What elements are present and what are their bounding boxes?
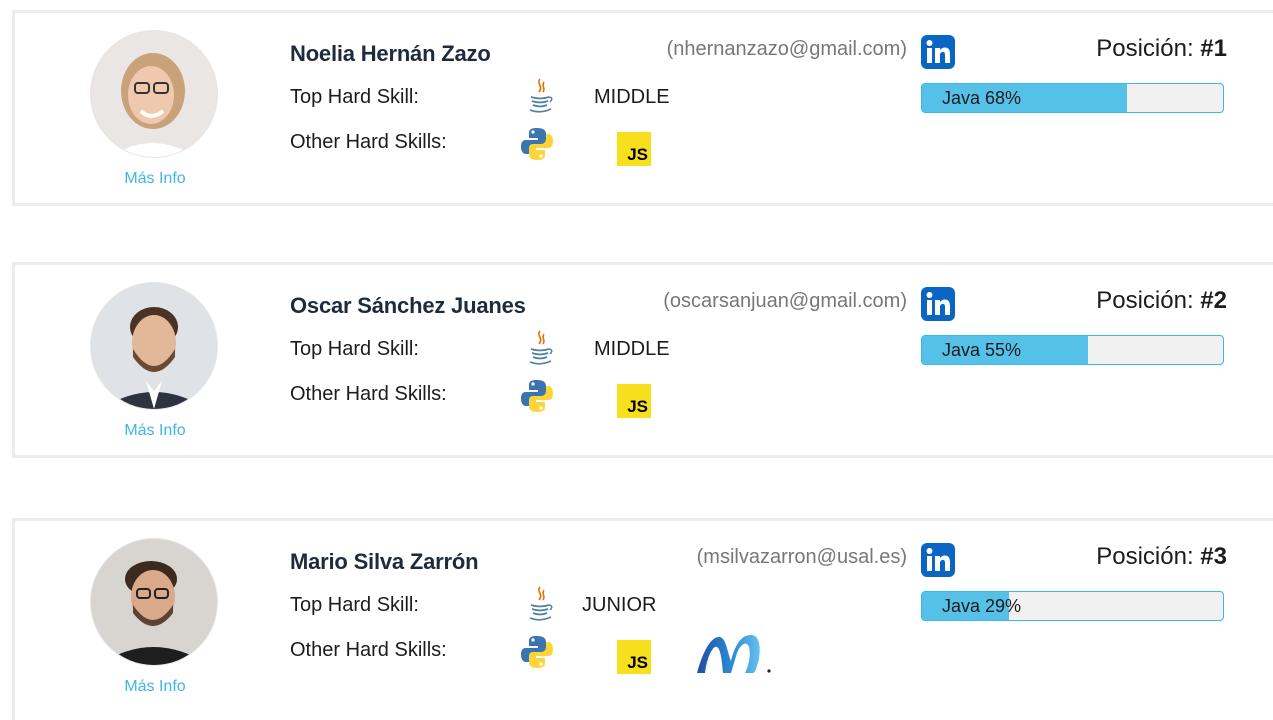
candidate-card: Más Info Noelia Hernán Zazo (nhernanzazo… — [12, 10, 1273, 206]
ranking-position: Posición: #2 — [1096, 287, 1227, 314]
avatar — [91, 539, 217, 665]
candidate-email: (nhernanzazo@gmail.com) — [666, 38, 907, 60]
more-info-link[interactable]: Más Info — [85, 170, 225, 188]
more-info-link[interactable]: Más Info — [85, 678, 225, 696]
avatar — [91, 31, 217, 157]
javascript-icon: JS — [617, 132, 651, 166]
candidate-name: Noelia Hernán Zazo — [290, 41, 491, 66]
candidate-card: Más Info Oscar Sánchez Juanes (oscarsanj… — [12, 262, 1273, 458]
candidate-card: Más Info Mario Silva Zarrón (msilvazarro… — [12, 518, 1273, 720]
python-icon — [521, 636, 553, 668]
skill-level: JUNIOR — [582, 594, 657, 616]
skill-match-bar: Java 29% — [921, 591, 1224, 621]
skill-match-bar: Java 55% — [921, 335, 1224, 365]
other-hard-skills-label: Other Hard Skills: — [290, 383, 447, 405]
javascript-icon: JS — [617, 384, 651, 418]
dotnet-icon — [697, 635, 771, 673]
candidate-name: Mario Silva Zarrón — [290, 549, 479, 574]
linkedin-icon[interactable] — [921, 543, 955, 577]
linkedin-icon[interactable] — [921, 35, 955, 69]
linkedin-icon[interactable] — [921, 287, 955, 321]
skill-match-text: Java 68% — [942, 88, 1022, 108]
skill-level: MIDDLE — [594, 338, 670, 360]
java-icon — [529, 586, 553, 621]
java-icon — [529, 330, 553, 365]
skill-level: MIDDLE — [594, 86, 670, 108]
top-hard-skill-label: Top Hard Skill: — [290, 86, 419, 108]
other-hard-skills-label: Other Hard Skills: — [290, 131, 447, 153]
candidate-email: (oscarsanjuan@gmail.com) — [663, 290, 907, 312]
javascript-icon: JS — [617, 640, 651, 674]
skill-match-text: Java 29% — [942, 596, 1022, 616]
ranking-position: Posición: #3 — [1096, 543, 1227, 570]
skill-match-text: Java 55% — [942, 340, 1022, 360]
java-icon — [529, 78, 553, 113]
more-info-link[interactable]: Más Info — [85, 422, 225, 440]
python-icon — [521, 128, 553, 160]
candidate-email: (msilvazarron@usal.es) — [696, 546, 907, 568]
ranking-position: Posición: #1 — [1096, 35, 1227, 62]
skill-match-bar: Java 68% — [921, 83, 1224, 113]
top-hard-skill-label: Top Hard Skill: — [290, 338, 419, 360]
other-hard-skills-label: Other Hard Skills: — [290, 639, 447, 661]
avatar — [91, 283, 217, 409]
python-icon — [521, 380, 553, 412]
top-hard-skill-label: Top Hard Skill: — [290, 594, 419, 616]
candidate-name: Oscar Sánchez Juanes — [290, 293, 526, 318]
